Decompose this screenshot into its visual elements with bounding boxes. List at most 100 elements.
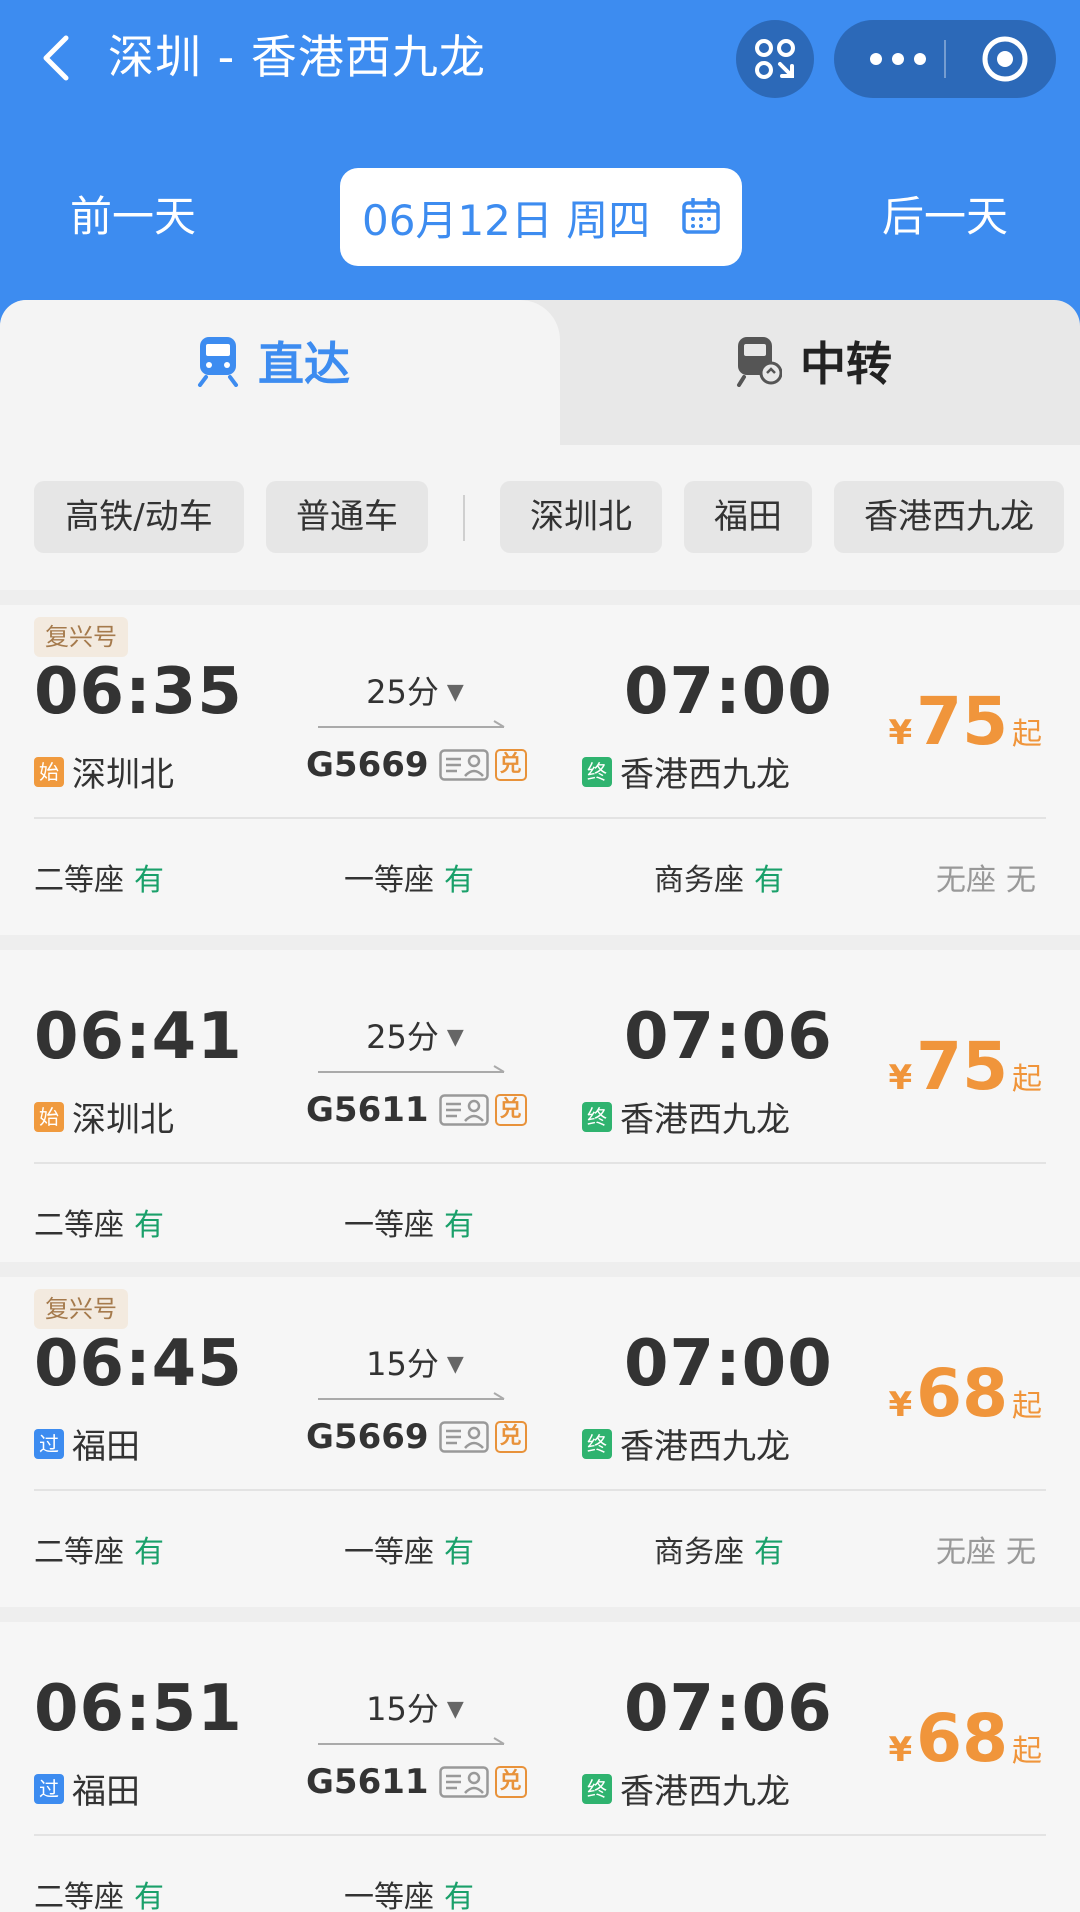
train-number-text: G5669 xyxy=(306,745,429,785)
train-number-text: G5611 xyxy=(306,1090,429,1130)
price-amount: 75 xyxy=(916,1028,1008,1105)
departure-station-name: 深圳北 xyxy=(72,755,174,795)
filter-chip-shenzhen-north[interactable]: 深圳北 xyxy=(500,481,662,553)
train-number[interactable]: G5669 兑 xyxy=(306,1417,527,1457)
duration-arrow xyxy=(318,1732,508,1745)
train-card[interactable]: 06:51 过福田 15分 ▼ G5611 兑 07:06 终香港西九龙 ¥68 起二等座有一等座… xyxy=(0,1622,1080,1912)
seat-status: 有 xyxy=(444,1535,474,1570)
price: ¥68 起 xyxy=(888,1700,1042,1777)
seat-class: 二等座 xyxy=(34,1535,124,1570)
trip-duration[interactable]: 25分 ▼ xyxy=(320,667,510,713)
seat-availability: 一等座有 xyxy=(344,1200,474,1244)
seat-status: 有 xyxy=(134,1535,164,1570)
card-divider xyxy=(34,1162,1046,1164)
arrival-time: 07:00 xyxy=(624,655,833,729)
calendar-icon xyxy=(682,198,720,234)
tab-direct-label: 直达 xyxy=(258,337,350,391)
arrival-time: 07:00 xyxy=(624,1327,833,1401)
arrival-station: 终香港西九龙 xyxy=(582,1764,790,1813)
departure-station: 过福田 xyxy=(34,1764,140,1813)
id-card-icon xyxy=(438,1094,489,1126)
back-button[interactable] xyxy=(30,22,90,92)
more-dots-icon xyxy=(870,53,926,65)
train-card[interactable]: 06:41 始深圳北 25分 ▼ G5611 兑 07:06 终香港西九龙 ¥75 起二等座有一等… xyxy=(0,950,1080,1262)
duration-text: 15分 xyxy=(366,1690,439,1728)
seat-class: 二等座 xyxy=(34,1208,124,1243)
seat-availability: 一等座有 xyxy=(344,1872,474,1912)
duration-text: 25分 xyxy=(366,673,439,711)
trip-duration[interactable]: 25分 ▼ xyxy=(320,1012,510,1058)
train-type-badge: 复兴号 xyxy=(34,1289,128,1329)
train-number-text: G5611 xyxy=(306,1762,429,1802)
close-miniapp-button[interactable] xyxy=(970,20,1040,98)
seat-status: 有 xyxy=(754,863,784,898)
seat-status: 有 xyxy=(134,1880,164,1912)
arrival-time: 07:06 xyxy=(624,1000,833,1074)
seat-class: 无座 xyxy=(936,863,996,898)
redeem-badge: 兑 xyxy=(494,1421,527,1453)
seat-status: 无 xyxy=(1006,863,1036,898)
seat-class: 二等座 xyxy=(34,1880,124,1912)
departure-tag: 始 xyxy=(34,756,64,787)
seat-availability: 二等座有 xyxy=(34,855,164,899)
arrival-tag: 终 xyxy=(582,1101,612,1132)
card-divider xyxy=(34,1489,1046,1491)
train-type-badge: 复兴号 xyxy=(34,617,128,657)
train-icon xyxy=(198,337,238,387)
scan-button[interactable] xyxy=(736,20,814,98)
seat-class: 一等座 xyxy=(344,1880,434,1912)
seat-availability: 一等座有 xyxy=(344,855,474,899)
price-amount: 68 xyxy=(916,1355,1008,1432)
price-amount: 75 xyxy=(916,683,1008,760)
seat-availability: 商务座有 xyxy=(654,855,784,899)
arrival-station-name: 香港西九龙 xyxy=(620,1772,790,1812)
tab-direct[interactable]: 直达 xyxy=(196,326,350,396)
date-picker[interactable]: 06月12日 周四 xyxy=(340,168,742,266)
seat-status: 有 xyxy=(444,863,474,898)
more-button[interactable] xyxy=(862,20,934,98)
price-suffix: 起 xyxy=(1012,1734,1042,1769)
target-circle-icon xyxy=(982,36,1028,82)
prev-day-button[interactable]: 前一天 xyxy=(70,180,196,254)
train-number-text: G5669 xyxy=(306,1417,429,1457)
departure-station-name: 深圳北 xyxy=(72,1100,174,1140)
seat-status: 有 xyxy=(754,1535,784,1570)
price-suffix: 起 xyxy=(1012,717,1042,752)
date-text: 06月12日 周四 xyxy=(362,195,651,245)
seat-availability: 商务座有 xyxy=(654,1527,784,1571)
arrival-station: 终香港西九龙 xyxy=(582,747,790,796)
train-number[interactable]: G5611 兑 xyxy=(306,1090,527,1130)
seat-class: 二等座 xyxy=(34,863,124,898)
departure-tag: 过 xyxy=(34,1773,64,1804)
currency-symbol: ¥ xyxy=(888,1058,913,1098)
caret-down-icon: ▼ xyxy=(446,680,464,705)
tab-transfer[interactable]: 中转 xyxy=(736,326,892,396)
duration-arrow xyxy=(318,1387,508,1400)
seat-class: 一等座 xyxy=(344,1208,434,1243)
seat-availability: 无座无 xyxy=(936,855,1036,899)
id-card-icon xyxy=(438,749,489,781)
train-card[interactable]: 复兴号 06:45 过福田 15分 ▼ G5669 兑 07:00 终香港西九龙 ¥68 起二等座有… xyxy=(0,1277,1080,1607)
train-number[interactable]: G5669 兑 xyxy=(306,745,527,785)
seat-status: 无 xyxy=(1006,1535,1036,1570)
price: ¥68 起 xyxy=(888,1355,1042,1432)
trip-duration[interactable]: 15分 ▼ xyxy=(320,1684,510,1730)
caret-down-icon: ▼ xyxy=(446,1025,464,1050)
seat-status: 有 xyxy=(444,1208,474,1243)
train-number[interactable]: G5611 兑 xyxy=(306,1762,527,1802)
filter-chip-high-speed[interactable]: 高铁/动车 xyxy=(34,481,244,553)
departure-station: 始深圳北 xyxy=(34,1092,174,1141)
caret-down-icon: ▼ xyxy=(446,1697,464,1722)
duration-text: 15分 xyxy=(366,1345,439,1383)
next-day-button[interactable]: 后一天 xyxy=(882,180,1008,254)
trip-duration[interactable]: 15分 ▼ xyxy=(320,1339,510,1385)
currency-symbol: ¥ xyxy=(888,1385,913,1425)
chevron-left-icon xyxy=(43,35,69,81)
departure-tag: 始 xyxy=(34,1101,64,1132)
filter-chip-normal[interactable]: 普通车 xyxy=(266,481,428,553)
price-suffix: 起 xyxy=(1012,1062,1042,1097)
scan-code-icon xyxy=(755,39,795,79)
filter-chip-futian[interactable]: 福田 xyxy=(684,481,812,553)
train-card[interactable]: 复兴号 06:35 始深圳北 25分 ▼ G5669 兑 07:00 终香港西九龙 ¥75 起二等座… xyxy=(0,605,1080,935)
filter-chip-hk-west-kowloon[interactable]: 香港西九龙 xyxy=(834,481,1064,553)
